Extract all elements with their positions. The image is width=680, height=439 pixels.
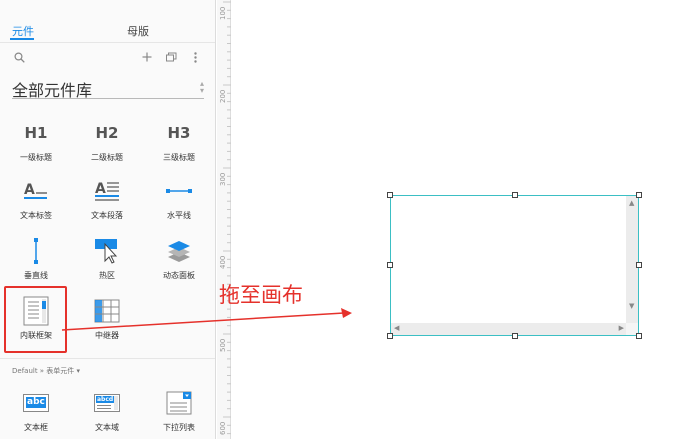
section-divider xyxy=(0,358,215,359)
ruler-label: 100 xyxy=(219,6,227,20)
plus-icon[interactable] xyxy=(140,48,154,66)
vertical-scrollbar[interactable]: ▲ ▼ xyxy=(626,196,638,324)
widget-text-paragraph[interactable]: A 文本段落 xyxy=(72,174,142,236)
repeater-icon xyxy=(72,294,142,328)
widget-h1[interactable]: H1 一级标题 xyxy=(1,116,71,178)
widget-hotspot[interactable]: 热区 xyxy=(72,234,142,296)
textbox-icon: abc xyxy=(1,386,71,420)
ruler-label: 400 xyxy=(219,255,227,269)
h3-icon: H3 xyxy=(167,124,191,142)
widget-label: 文本框 xyxy=(24,423,48,432)
select-arrows-icon: ▴ ▾ xyxy=(199,79,204,95)
search-icon[interactable] xyxy=(12,48,26,66)
resize-handle-bottom[interactable] xyxy=(512,333,518,339)
resize-handle-bottom-left[interactable] xyxy=(387,333,393,339)
resize-handle-bottom-right[interactable] xyxy=(636,333,642,339)
active-tab-indicator xyxy=(10,38,34,40)
scroll-left-icon[interactable]: ◀ xyxy=(394,325,399,332)
widget-horizontal-line[interactable]: 水平线 xyxy=(144,174,214,236)
dropdown-icon xyxy=(144,386,214,420)
widget-label: 三级标题 xyxy=(163,153,195,162)
textarea-icon-text: abcd xyxy=(96,396,115,403)
widget-label: 二级标题 xyxy=(91,153,123,162)
inline-frame-widget[interactable]: ▲ ▼ ◀ ▶ xyxy=(390,195,639,336)
h1-icon: H1 xyxy=(24,124,48,142)
widget-textarea[interactable]: abcd 文本域 xyxy=(72,386,142,439)
text-label-icon: A xyxy=(1,174,71,208)
scroll-up-icon[interactable]: ▲ xyxy=(629,200,634,207)
highlight-box xyxy=(4,286,67,353)
dynamic-panel-icon xyxy=(144,234,214,268)
drag-annotation: 拖至画布 xyxy=(219,283,303,307)
library-select[interactable]: 全部元件库 ▴ ▾ xyxy=(12,77,204,100)
widget-label: 文本标签 xyxy=(20,211,52,220)
widget-label: 下拉列表 xyxy=(163,423,195,432)
scroll-down-icon[interactable]: ▼ xyxy=(629,303,634,310)
ruler-label: 200 xyxy=(219,89,227,103)
widget-label: 水平线 xyxy=(167,211,191,220)
tab-divider xyxy=(0,42,215,43)
widget-label: 中继器 xyxy=(95,331,119,340)
ruler-label: 300 xyxy=(219,172,227,186)
widget-h3[interactable]: H3 三级标题 xyxy=(144,116,214,178)
widget-panel: 元件 母版 全部元件库 ▴▾ H1 一级标题 H2 二级标题 H3 三级标题 xyxy=(0,0,216,439)
ruler-ticks xyxy=(223,1,231,435)
widget-label: 文本段落 xyxy=(91,211,123,220)
widget-label: 热区 xyxy=(99,271,115,280)
svg-text:A: A xyxy=(24,182,35,198)
textarea-line xyxy=(97,405,111,406)
widget-label: 垂直线 xyxy=(24,271,48,280)
widget-text-label[interactable]: A 文本标签 xyxy=(1,174,71,236)
widget-label: 动态面板 xyxy=(163,271,195,280)
widget-h2[interactable]: H2 二级标题 xyxy=(72,116,142,178)
resize-handle-right[interactable] xyxy=(636,262,642,268)
form-widgets-section-title[interactable]: Default » 表单元件 ▾ xyxy=(12,366,80,376)
tab-widgets[interactable]: 元件 xyxy=(12,23,34,39)
widget-label: 一级标题 xyxy=(20,153,52,162)
widget-textbox[interactable]: abc 文本框 xyxy=(1,386,71,439)
library-select-value: 全部元件库 xyxy=(12,81,93,100)
horizontal-line-icon xyxy=(144,174,214,208)
resize-handle-left[interactable] xyxy=(387,262,393,268)
scroll-right-icon[interactable]: ▶ xyxy=(619,325,624,332)
h2-icon: H2 xyxy=(95,124,119,142)
resize-handle-top-right[interactable] xyxy=(636,192,642,198)
vertical-ruler: 100 200 300 400 500 600 xyxy=(217,0,231,439)
library-icon[interactable] xyxy=(164,48,178,66)
textarea-scrollbar xyxy=(114,396,118,410)
textarea-icon: abcd xyxy=(72,386,142,420)
vertical-line-icon xyxy=(1,234,71,268)
tab-masters[interactable]: 母版 xyxy=(127,23,149,39)
horizontal-scrollbar[interactable]: ◀ ▶ xyxy=(391,323,627,335)
textbox-icon-text: abc xyxy=(26,397,46,408)
widget-dropdown[interactable]: 下拉列表 xyxy=(144,386,214,439)
svg-text:A: A xyxy=(95,181,106,197)
widget-dynamic-panel[interactable]: 动态面板 xyxy=(144,234,214,296)
more-icon[interactable] xyxy=(190,48,200,66)
text-paragraph-icon: A xyxy=(72,174,142,208)
ruler-label: 600 xyxy=(219,421,227,435)
hotspot-icon xyxy=(72,234,142,268)
panel-toolbar xyxy=(0,48,215,66)
resize-handle-top-left[interactable] xyxy=(387,192,393,198)
textarea-line xyxy=(97,408,111,409)
widget-label: 文本域 xyxy=(95,423,119,432)
resize-handle-top[interactable] xyxy=(512,192,518,198)
widget-repeater[interactable]: 中继器 xyxy=(72,294,142,356)
ruler-label: 500 xyxy=(219,338,227,352)
